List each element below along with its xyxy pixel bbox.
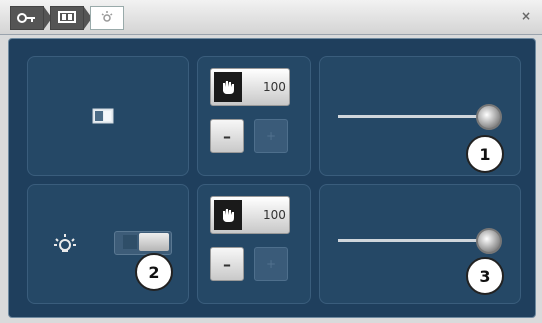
hand-icon	[214, 72, 242, 102]
plus-icon: +	[265, 257, 277, 271]
close-button[interactable]: ×	[518, 8, 534, 24]
screen: × 100 – + 100 – + 1 2 3	[0, 0, 542, 323]
row2-minus-button[interactable]: –	[210, 247, 244, 281]
breadcrumb-light[interactable]	[90, 6, 124, 30]
callout-2: 2	[135, 253, 173, 291]
close-icon: ×	[520, 9, 532, 23]
row2-value: 100	[263, 208, 286, 222]
brightness-screen-icon	[92, 108, 114, 128]
breadcrumb-machine[interactable]	[50, 6, 92, 30]
row1-slider-track[interactable]	[338, 115, 488, 118]
minus-icon: –	[223, 254, 231, 274]
row1-value: 100	[263, 80, 286, 94]
row1-slider-knob[interactable]	[476, 104, 502, 130]
breadcrumb	[10, 6, 130, 30]
row2-controls-cell: 100 – +	[197, 184, 311, 304]
key-icon	[17, 9, 37, 28]
breadcrumb-setup[interactable]	[10, 6, 52, 30]
grid-icon	[57, 9, 77, 28]
row2-plus-button[interactable]: +	[254, 247, 288, 281]
minus-icon: –	[223, 126, 231, 146]
row1-value-button[interactable]: 100	[210, 68, 290, 106]
row1-controls-cell: 100 – +	[197, 56, 311, 176]
row1-plus-button[interactable]: +	[254, 119, 288, 153]
title-bar: ×	[0, 0, 542, 35]
row1-minus-button[interactable]: –	[210, 119, 244, 153]
light-toggle[interactable]	[114, 231, 172, 255]
callout-1-number: 1	[479, 144, 491, 164]
callout-1: 1	[466, 135, 504, 173]
lamp-icon	[52, 231, 78, 261]
settings-panel: 100 – + 100 – + 1 2 3	[8, 38, 536, 318]
row1-label-cell	[27, 56, 189, 176]
callout-2-number: 2	[148, 262, 160, 282]
callout-3-number: 3	[479, 266, 491, 286]
plus-icon: +	[265, 129, 277, 143]
toggle-thumb	[139, 233, 169, 251]
hand-icon	[214, 200, 242, 230]
toggle-indicator	[123, 235, 137, 249]
callout-3: 3	[466, 257, 504, 295]
light-icon	[100, 9, 114, 28]
row2-value-button[interactable]: 100	[210, 196, 290, 234]
row2-slider-track[interactable]	[338, 239, 488, 242]
row2-slider-knob[interactable]	[476, 228, 502, 254]
